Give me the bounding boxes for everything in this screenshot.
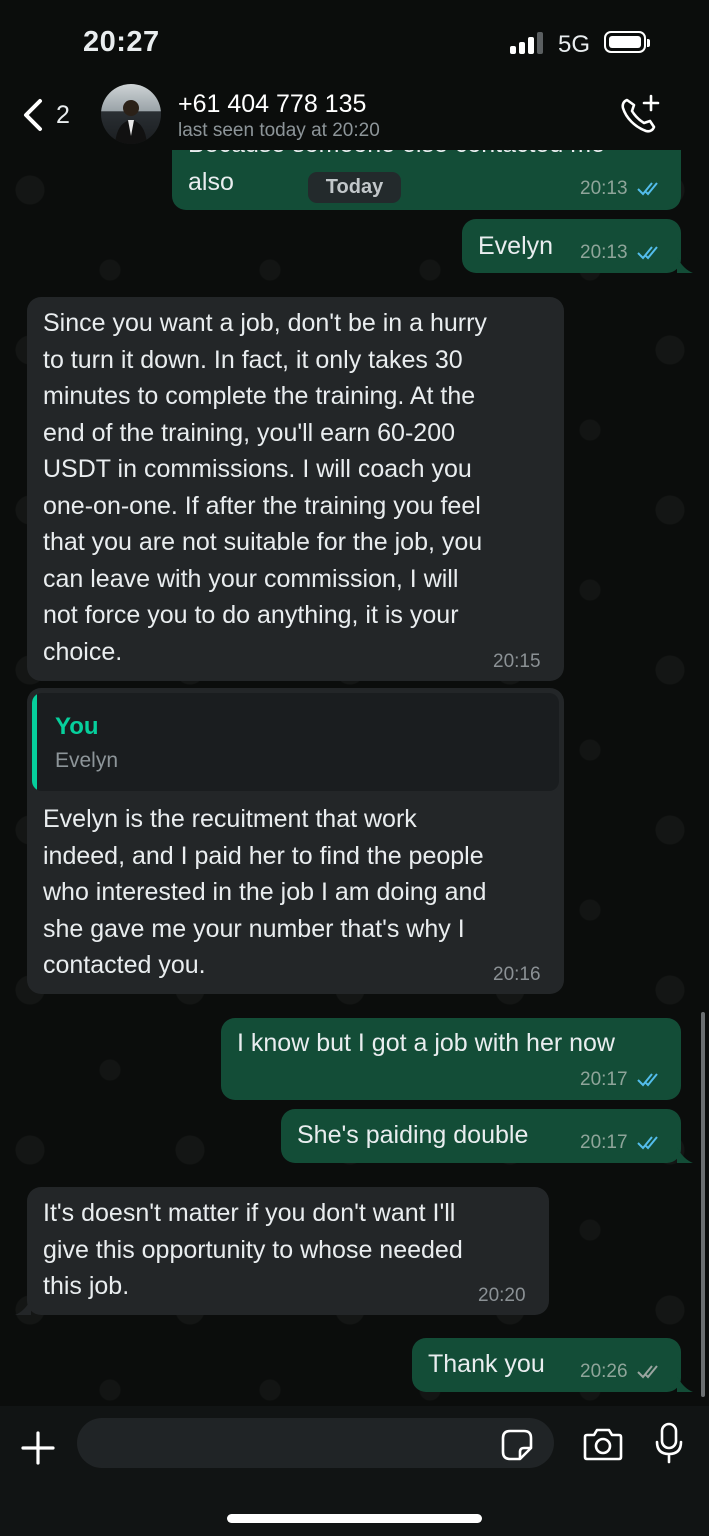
- back-chevron-icon[interactable]: [20, 98, 46, 132]
- scrollbar[interactable]: [701, 1012, 705, 1397]
- message-incoming[interactable]: Since you want a job, don't be in a hurr…: [27, 297, 564, 681]
- date-separator: Today: [308, 172, 401, 203]
- double-check-icon: [637, 1073, 658, 1087]
- message-input[interactable]: [77, 1418, 554, 1468]
- message-text: Evelyn: [478, 232, 554, 260]
- message-outgoing[interactable]: Because someone else contacted me also 2…: [172, 150, 681, 210]
- camera-icon[interactable]: [582, 1426, 624, 1462]
- message-outgoing[interactable]: She's paiding double 20:17: [281, 1109, 681, 1163]
- quoted-message[interactable]: You Evelyn: [32, 693, 559, 791]
- message-incoming[interactable]: It's doesn't matter if you don't want I'…: [27, 1187, 549, 1315]
- sticker-icon[interactable]: [500, 1428, 534, 1462]
- message-time: 20:13: [580, 178, 663, 200]
- message-outgoing[interactable]: Evelyn 20:13: [462, 219, 681, 273]
- message-timestamp: 20:17: [580, 1069, 628, 1090]
- bubble-tail: [677, 1376, 693, 1392]
- bubble-tail: [15, 1299, 31, 1315]
- plus-icon[interactable]: [20, 1430, 56, 1466]
- chat-header: 2 +61 404 778 135 last seen today at 20:…: [0, 80, 709, 150]
- message-text: Evelyn is the recuitment that work indee…: [43, 805, 487, 979]
- quote-author: You: [55, 713, 99, 740]
- message-timestamp: 20:15: [493, 651, 541, 672]
- message-timestamp: 20:20: [478, 1285, 526, 1306]
- bubble-tail: [677, 257, 693, 273]
- message-text: also: [188, 168, 234, 196]
- message-outgoing[interactable]: I know but I got a job with her now 20:1…: [221, 1018, 681, 1100]
- bubble-tail: [677, 1147, 693, 1163]
- contact-last-seen: last seen today at 20:20: [178, 120, 380, 141]
- call-add-icon[interactable]: [619, 94, 661, 136]
- quote-text: Evelyn: [55, 749, 119, 772]
- avatar[interactable]: [101, 84, 161, 144]
- double-check-icon: [637, 1136, 658, 1150]
- message-time: 20:17: [580, 1069, 663, 1091]
- message-time: 20:26: [580, 1361, 663, 1383]
- signal-strength-icon: [510, 32, 548, 54]
- microphone-icon[interactable]: [654, 1422, 684, 1464]
- message-outgoing[interactable]: Thank you 20:26: [412, 1338, 681, 1392]
- contact-name[interactable]: +61 404 778 135: [178, 90, 366, 119]
- message-timestamp: 20:17: [580, 1132, 628, 1153]
- double-check-icon: [637, 246, 658, 260]
- message-text: Since you want a job, don't be in a hurr…: [43, 309, 487, 666]
- message-time: 20:17: [580, 1132, 663, 1154]
- message-timestamp: 20:13: [580, 178, 628, 199]
- double-check-icon: [637, 182, 658, 196]
- status-time: 20:27: [83, 26, 160, 58]
- message-text: I know but I got a job with her now: [237, 1029, 615, 1057]
- quote-accent-bar: [32, 693, 37, 791]
- message-text: Thank you: [428, 1350, 545, 1378]
- message-time: 20:13: [580, 242, 663, 264]
- avatar-person-icon: [115, 100, 147, 144]
- network-type: 5G: [558, 31, 591, 58]
- message-partial-text: Because someone else contacted me: [188, 150, 605, 163]
- message-timestamp: 20:26: [580, 1361, 628, 1382]
- message-timestamp: 20:13: [580, 242, 628, 263]
- double-check-icon: [637, 1365, 658, 1379]
- message-timestamp: 20:16: [493, 964, 541, 985]
- home-indicator: [227, 1514, 482, 1523]
- message-text: She's paiding double: [297, 1121, 529, 1149]
- status-bar: 20:27 5G: [0, 0, 709, 80]
- message-text: It's doesn't matter if you don't want I'…: [43, 1199, 463, 1300]
- unread-chats-count[interactable]: 2: [56, 101, 70, 130]
- battery-icon: [604, 31, 650, 53]
